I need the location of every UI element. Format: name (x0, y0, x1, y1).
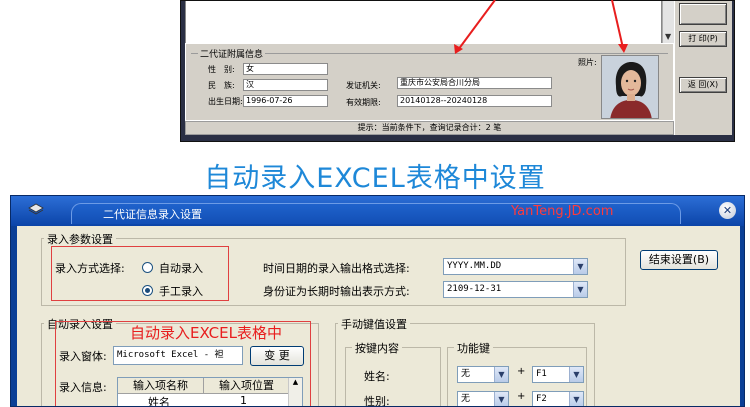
column-header-position[interactable]: 输入项位置 (204, 378, 290, 394)
mode-label: 录入方式选择: (55, 262, 125, 275)
option-manual-label[interactable]: 手工录入 (159, 283, 203, 299)
hotkey-name-label: 姓名: (364, 370, 390, 383)
datetime-format-select[interactable]: YYYY.MM.DD ▼ (443, 258, 588, 275)
table-scrollbar[interactable]: ▲ (288, 378, 302, 406)
hotkey-gender-key[interactable]: F2 ▼ (532, 391, 584, 406)
row-1-position[interactable]: 1 (240, 394, 247, 406)
auto-entry-annotation: 自动录入EXCEL表格中 (130, 324, 282, 342)
change-window-button[interactable]: 变 更 (250, 346, 304, 366)
info-label: 录入信息: (59, 381, 107, 394)
section-headline: 自动录入EXCEL表格中设置 (204, 163, 546, 194)
app-icon[interactable] (27, 202, 45, 216)
hotkey-name-modifier[interactable]: 无 ▼ (457, 366, 509, 383)
hotkey-gender-modifier-value: 无 (461, 394, 471, 404)
chevron-down-icon[interactable]: ▼ (494, 392, 508, 406)
arrow-line-authority (457, 0, 496, 51)
hotkey-group-title: 手动键值设置 (338, 316, 410, 332)
longterm-value: 2109-12-31 (447, 284, 502, 294)
radio-auto[interactable] (142, 262, 153, 273)
datetime-format-label: 时间日期的录入输出格式选择: (263, 262, 410, 275)
radio-manual[interactable] (142, 285, 153, 296)
function-key-title: 功能键 (454, 340, 493, 356)
key-content-group: 按键内容 (345, 340, 441, 406)
longterm-label: 身份证为长期时输出表示方式: (263, 285, 410, 298)
longterm-select[interactable]: 2109-12-31 ▼ (443, 281, 588, 298)
datetime-format-value: YYYY.MM.DD (447, 261, 502, 271)
settings-dialog: 二代证信息录入设置 YanTeng.JD.com ✕ 录入参数设置 录入方式选择… (10, 195, 745, 407)
watermark-text: YanTeng.JD.com (511, 204, 614, 219)
row-1-name[interactable]: 姓名 (148, 394, 170, 406)
key-content-title: 按键内容 (352, 340, 402, 356)
hotkey-name-key[interactable]: F1 ▼ (532, 366, 584, 383)
hotkey-name-key-value: F1 (536, 369, 547, 379)
dialog-title: 二代证信息录入设置 (103, 208, 202, 221)
hotkey-gender-key-value: F2 (536, 394, 547, 404)
column-header-name[interactable]: 输入项名称 (118, 378, 204, 394)
chevron-down-icon[interactable]: ▼ (573, 259, 587, 274)
entry-items-table[interactable]: 输入项名称 输入项位置 姓名 1 ▲ (117, 377, 303, 406)
finish-settings-button[interactable]: 结束设置(B) (640, 250, 718, 270)
close-icon[interactable]: ✕ (719, 202, 736, 219)
option-auto-label[interactable]: 自动录入 (159, 260, 203, 276)
window-field[interactable]: Microsoft Excel - 袒 (113, 346, 243, 365)
chevron-down-icon[interactable]: ▼ (494, 367, 508, 382)
params-group-title: 录入参数设置 (44, 231, 116, 247)
plus-sign: + (517, 391, 526, 402)
chevron-down-icon[interactable]: ▼ (569, 367, 583, 382)
window-label: 录入窗体: (59, 350, 107, 363)
hotkey-gender-label: 性别: (364, 395, 390, 407)
plus-sign: + (517, 366, 526, 377)
dialog-body: 录入参数设置 录入方式选择: 自动录入 手工录入 时间日期的录入输出格式选择: … (17, 226, 740, 407)
arrow-line-photo (611, 0, 624, 49)
chevron-down-icon[interactable]: ▼ (569, 392, 583, 406)
chevron-down-icon[interactable]: ▼ (573, 282, 587, 297)
annotation-arrows (454, 0, 628, 54)
scroll-up-icon[interactable]: ▲ (293, 378, 298, 386)
arrowhead-photo (618, 44, 628, 53)
hotkey-name-modifier-value: 无 (461, 369, 471, 379)
hotkey-gender-modifier[interactable]: 无 ▼ (457, 391, 509, 406)
